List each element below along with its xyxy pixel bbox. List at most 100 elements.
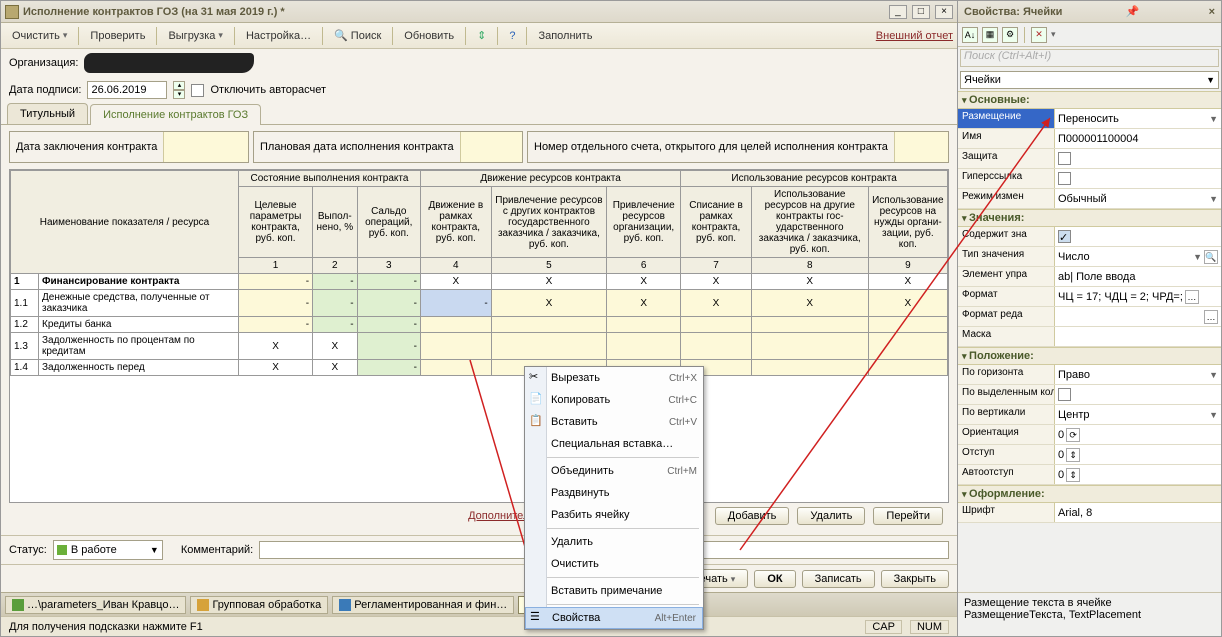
props-dd-icon[interactable]: ▾ xyxy=(1051,29,1056,40)
ctx-delete[interactable]: Удалить xyxy=(525,531,703,553)
fill-button[interactable]: Заполнить xyxy=(531,27,599,45)
prop-mode[interactable]: Обычный▼ xyxy=(1054,189,1221,208)
props-title: Свойства: Ячейки 📌 × xyxy=(958,1,1221,23)
hdr-plan-date-val[interactable] xyxy=(460,132,522,162)
prop-font[interactable]: Arial, 8 xyxy=(1054,503,1221,522)
external-report-link[interactable]: Внешний отчет xyxy=(876,30,953,42)
window-title: Исполнение контрактов ГОЗ (на 31 мая 201… xyxy=(23,6,887,18)
org-label: Организация: xyxy=(9,57,78,69)
prop-formate[interactable]: … xyxy=(1054,307,1221,326)
ctx-cut[interactable]: ✂ВырезатьCtrl+X xyxy=(525,367,703,389)
prop-placement[interactable]: Переносить▼ xyxy=(1054,109,1221,128)
col-indicator: Наименование показателя / ресурса xyxy=(11,171,239,274)
settings-button[interactable]: Настройка… xyxy=(239,27,318,45)
filter-icon[interactable]: ⚙ xyxy=(1002,27,1018,43)
window-titlebar: Исполнение контрактов ГОЗ (на 31 мая 201… xyxy=(1,1,957,23)
cap-indicator: CAP xyxy=(865,620,902,634)
autocalc-label: Отключить авторасчет xyxy=(210,84,326,96)
task-item[interactable]: …\parameters_Иван Кравцо… xyxy=(5,596,186,614)
help-icon[interactable]: ? xyxy=(502,27,522,45)
app-icon xyxy=(5,5,19,19)
prop-mask[interactable] xyxy=(1054,327,1221,346)
prop-vert[interactable]: Центр▼ xyxy=(1054,405,1221,424)
main-table[interactable]: Наименование показателя / ресурса Состоя… xyxy=(9,169,949,503)
context-menu: ✂ВырезатьCtrl+X 📄КопироватьCtrl+C 📋Встав… xyxy=(524,366,704,630)
colgroup-movement: Движение ресурсов контракта xyxy=(420,171,680,187)
autocalc-checkbox[interactable] xyxy=(191,84,204,97)
category-icon[interactable]: ▦ xyxy=(982,27,998,43)
section-values[interactable]: Значения: xyxy=(958,209,1221,227)
close-button-footer[interactable]: Закрыть xyxy=(881,570,949,588)
go-button[interactable]: Перейти xyxy=(873,507,943,525)
props-x-icon[interactable]: ✕ xyxy=(1031,27,1047,43)
tab-contracts[interactable]: Исполнение контрактов ГОЗ xyxy=(90,104,261,125)
close-button[interactable]: × xyxy=(935,5,953,19)
ok-button[interactable]: ОК xyxy=(754,570,795,588)
prop-name[interactable]: П000001100004 xyxy=(1054,129,1221,148)
prop-contains[interactable]: ✓ xyxy=(1054,227,1221,246)
section-pos[interactable]: Положение: xyxy=(958,347,1221,365)
ctx-properties[interactable]: ☰СвойстваAlt+Enter xyxy=(525,607,703,629)
hdr-contract-date: Дата заключения контракта xyxy=(10,138,163,157)
table-row: 1.2 Кредиты банка --- xyxy=(11,317,948,333)
minimize-button[interactable]: _ xyxy=(889,5,907,19)
refresh-button[interactable]: Обновить xyxy=(397,27,461,45)
prop-format[interactable]: ЧЦ = 17; ЧДЦ = 2; ЧРД=;… xyxy=(1054,287,1221,306)
statusbar-hint: Для получения подсказки нажмите F1 xyxy=(9,621,203,633)
hdr-account-val[interactable] xyxy=(894,132,948,162)
status-select[interactable]: В работе▼ xyxy=(53,540,163,560)
task-item[interactable]: Групповая обработка xyxy=(190,596,328,614)
ctx-merge[interactable]: ОбъединитьCtrl+M xyxy=(525,460,703,482)
table-row: 1.1 Денежные средства, полученные от зак… xyxy=(11,290,948,317)
ctx-split[interactable]: Разбить ячейку xyxy=(525,504,703,526)
props-pin-icon[interactable]: 📌 xyxy=(1126,5,1140,18)
prop-protect[interactable] xyxy=(1054,149,1221,168)
prop-hyper[interactable] xyxy=(1054,169,1221,188)
upload-button[interactable]: Выгрузка▾ xyxy=(161,27,230,45)
date-label: Дата подписи: xyxy=(9,84,81,96)
task-item[interactable]: Регламентированная и фин… xyxy=(332,596,514,614)
check-button[interactable]: Проверить xyxy=(83,27,152,45)
copy-icon: 📄 xyxy=(529,392,545,408)
org-value-redacted xyxy=(84,53,254,73)
prop-indent[interactable]: 0⇕ xyxy=(1054,445,1221,464)
prop-bycol[interactable] xyxy=(1054,385,1221,404)
props-object-select[interactable]: Ячейки▼ xyxy=(960,71,1219,89)
add-button[interactable]: Добавить xyxy=(715,507,790,525)
ctx-paste-special[interactable]: Специальная вставка… xyxy=(525,433,703,455)
properties-icon: ☰ xyxy=(530,610,546,626)
date-down[interactable]: ▾ xyxy=(173,90,185,99)
date-up[interactable]: ▴ xyxy=(173,81,185,90)
ctx-copy[interactable]: 📄КопироватьCtrl+C xyxy=(525,389,703,411)
table-row: 1.4 Задолженность перед XX- xyxy=(11,360,948,376)
prop-autoind[interactable]: 0⇕ xyxy=(1054,465,1221,484)
prop-horiz[interactable]: Право▼ xyxy=(1054,365,1221,384)
cut-icon: ✂ xyxy=(529,370,545,386)
ctx-expand[interactable]: Раздвинуть xyxy=(525,482,703,504)
date-input[interactable] xyxy=(87,81,167,99)
prop-orient[interactable]: 0⟳ xyxy=(1054,425,1221,444)
section-style[interactable]: Оформление: xyxy=(958,485,1221,503)
colgroup-state: Состояние выполнения контракта xyxy=(239,171,421,187)
save-button[interactable]: Записать xyxy=(802,570,875,588)
search-button[interactable]: 🔍 Поиск xyxy=(327,26,388,45)
prop-ctrl[interactable]: ab|Поле ввода xyxy=(1054,267,1221,286)
clear-button[interactable]: Очистить▾ xyxy=(5,27,74,45)
hdr-contract-date-val[interactable] xyxy=(163,132,248,162)
props-close-icon[interactable]: × xyxy=(1209,6,1215,18)
prop-valtype[interactable]: Число▼🔍 xyxy=(1054,247,1221,266)
table-row: 1 Финансирование контракта --- XXXXXX xyxy=(11,274,948,290)
ctx-clear[interactable]: Очистить xyxy=(525,553,703,575)
tab-title[interactable]: Титульный xyxy=(7,103,88,124)
ctx-paste[interactable]: 📋ВставитьCtrl+V xyxy=(525,411,703,433)
comment-label: Комментарий: xyxy=(181,544,253,556)
sort-az-icon[interactable]: A↓ xyxy=(962,27,978,43)
main-toolbar: Очистить▾ Проверить Выгрузка▾ Настройка…… xyxy=(1,23,957,49)
expand-icon[interactable]: ⇕ xyxy=(470,26,493,45)
props-search-input[interactable]: Поиск (Ctrl+Alt+I) xyxy=(960,49,1219,67)
delete-button[interactable]: Удалить xyxy=(797,507,865,525)
maximize-button[interactable]: □ xyxy=(912,5,930,19)
section-main[interactable]: Основные: xyxy=(958,91,1221,109)
colgroup-usage: Использование ресурсов контракта xyxy=(681,171,948,187)
ctx-note[interactable]: Вставить примечание xyxy=(525,580,703,602)
